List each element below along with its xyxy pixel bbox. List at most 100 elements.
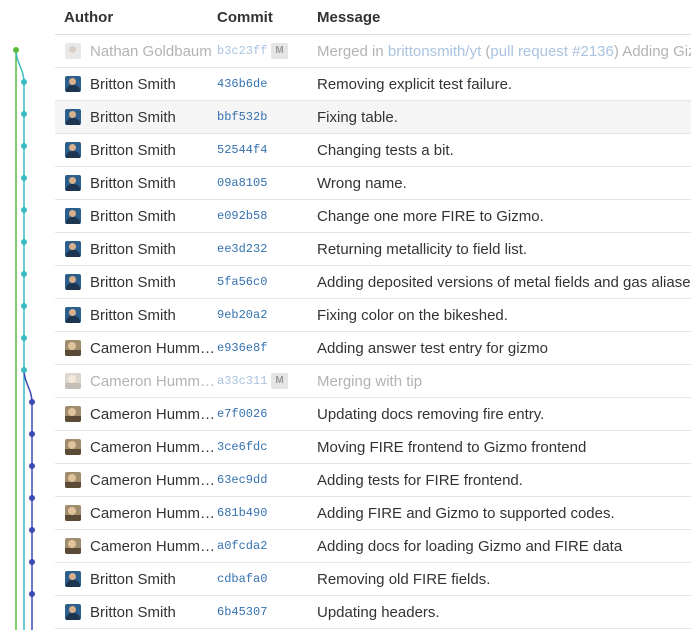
commit-message-text[interactable]: Updating headers. xyxy=(317,604,440,621)
commit-message-text[interactable]: Moving FIRE frontend to Gizmo frontend xyxy=(317,439,586,456)
commit-hash-link[interactable]: cdbafa0 xyxy=(217,572,267,586)
avatar[interactable] xyxy=(65,439,81,455)
commit-hash: b3c23ff M xyxy=(217,43,317,59)
commit-row[interactable]: Cameron Hummels 63ec9dd Adding tests for F… xyxy=(55,464,691,497)
avatar[interactable] xyxy=(65,340,81,356)
commit-hash-link[interactable]: 5fa56c0 xyxy=(217,275,267,289)
commit-row[interactable]: Britton Smith ee3d232 Returning metallicit… xyxy=(55,233,691,266)
author-name[interactable]: Britton Smith xyxy=(90,274,216,291)
author-name[interactable]: Cameron Hummels xyxy=(90,439,216,456)
author-name[interactable]: Britton Smith xyxy=(90,142,216,159)
commit-message-text[interactable]: Adding tests for FIRE frontend. xyxy=(317,472,523,489)
avatar[interactable] xyxy=(65,241,81,257)
commit-hash-link[interactable]: e936e8f xyxy=(217,341,267,355)
avatar[interactable] xyxy=(65,604,81,620)
author-name[interactable]: Cameron Hummels xyxy=(90,373,216,390)
avatar[interactable] xyxy=(65,406,81,422)
commit-row[interactable]: Cameron Hummels 3ce6fdc Moving FIRE fronte… xyxy=(55,431,691,464)
author-name[interactable]: Cameron Hummels xyxy=(90,406,216,423)
commit-row[interactable]: Britton Smith 52544f4 Changing tests a bit… xyxy=(55,134,691,167)
commit-hash-link[interactable]: 09a8105 xyxy=(217,176,267,190)
commit-hash-link[interactable]: e7f0026 xyxy=(217,407,267,421)
commit-row[interactable]: Britton Smith 436b6de Removing explicit te… xyxy=(55,68,691,101)
author-name[interactable]: Britton Smith xyxy=(90,604,216,621)
commit-message-text[interactable]: Fixing table. xyxy=(317,109,398,126)
commit-row[interactable]: Cameron Hummels a0fcda2 Adding docs for lo… xyxy=(55,530,691,563)
avatar[interactable] xyxy=(65,373,81,389)
author-name[interactable]: Cameron Hummels xyxy=(90,538,216,555)
commit-hash-link[interactable]: 681b490 xyxy=(217,506,267,520)
commit-message-text[interactable]: Returning metallicity to field list. xyxy=(317,241,527,258)
commit-message: Adding deposited versions of metal field… xyxy=(317,274,691,291)
commit-hash-link[interactable]: a0fcda2 xyxy=(217,539,267,553)
author-name[interactable]: Britton Smith xyxy=(90,208,216,225)
commit-hash-link[interactable]: a33c311 xyxy=(217,374,267,388)
avatar[interactable] xyxy=(65,142,81,158)
commit-message: Moving FIRE frontend to Gizmo frontend xyxy=(317,439,691,456)
author-name[interactable]: Britton Smith xyxy=(90,571,216,588)
author-name[interactable]: Cameron Hummels xyxy=(90,340,216,357)
commit-row[interactable]: Britton Smith cdbafa0 Removing old FIRE fi… xyxy=(55,563,691,596)
commit-row[interactable]: Britton Smith 5fa56c0 Adding deposited ver… xyxy=(55,266,691,299)
author-name[interactable]: Britton Smith xyxy=(90,109,216,126)
commit-message-text[interactable]: Changing tests a bit. xyxy=(317,142,454,159)
commit-message-text[interactable]: Updating docs removing fire entry. xyxy=(317,406,544,423)
commit-row[interactable]: Britton Smith 09a8105 Wrong name. xyxy=(55,167,691,200)
avatar[interactable] xyxy=(65,208,81,224)
author-name[interactable]: Britton Smith xyxy=(90,307,216,324)
commit-message-text[interactable]: Merging with tip xyxy=(317,373,422,390)
commit-row[interactable]: Britton Smith bbf532b Fixing table. xyxy=(55,101,691,134)
author-name[interactable]: Cameron Hummels xyxy=(90,472,216,489)
author-name[interactable]: Britton Smith xyxy=(90,175,216,192)
commit-hash: e092b58 xyxy=(217,209,317,223)
commit-hash-link[interactable]: bbf532b xyxy=(217,110,267,124)
avatar[interactable] xyxy=(65,538,81,554)
commit-message-text[interactable]: Removing explicit test failure. xyxy=(317,76,512,93)
commit-row[interactable]: Cameron Hummels e7f0026 Updating docs remo… xyxy=(55,398,691,431)
commit-hash-link[interactable]: b3c23ff xyxy=(217,44,267,58)
commit-hash-link[interactable]: 52544f4 xyxy=(217,143,267,157)
commit-message-text[interactable]: Change one more FIRE to Gizmo. xyxy=(317,208,544,225)
avatar[interactable] xyxy=(65,175,81,191)
commit-hash-link[interactable]: ee3d232 xyxy=(217,242,267,256)
avatar[interactable] xyxy=(65,472,81,488)
avatar[interactable] xyxy=(65,307,81,323)
commit-message-text[interactable]: Removing old FIRE fields. xyxy=(317,571,490,588)
commit-message: Changing tests a bit. xyxy=(317,142,691,159)
author-name[interactable]: Nathan Goldbaum xyxy=(90,43,216,60)
author-name[interactable]: Britton Smith xyxy=(90,76,216,93)
commit-message-text[interactable]: Adding FIRE and Gizmo to supported codes… xyxy=(317,505,615,522)
commit-hash-link[interactable]: 63ec9dd xyxy=(217,473,267,487)
author-name[interactable]: Cameron Hummels xyxy=(90,505,216,522)
commit-hash-link[interactable]: 9eb20a2 xyxy=(217,308,267,322)
commit-row[interactable]: Cameron Hummels e936e8f Adding answer test… xyxy=(55,332,691,365)
commit-node xyxy=(21,111,27,117)
commit-table: Author Commit Message Nathan Goldbaum b3c… xyxy=(55,0,691,629)
commit-row[interactable]: Britton Smith 9eb20a2 Fixing color on the … xyxy=(55,299,691,332)
avatar[interactable] xyxy=(65,505,81,521)
branch-link[interactable]: brittonsmith/yt xyxy=(388,43,481,60)
avatar[interactable] xyxy=(65,76,81,92)
avatar[interactable] xyxy=(65,274,81,290)
author-name[interactable]: Britton Smith xyxy=(90,241,216,258)
pull-request-link[interactable]: pull request #2136 xyxy=(490,43,613,60)
commit-hash-link[interactable]: e092b58 xyxy=(217,209,267,223)
commit-row[interactable]: Britton Smith e092b58 Change one more FIRE… xyxy=(55,200,691,233)
commit-row[interactable]: Cameron Hummels 681b490 Adding FIRE and Gi… xyxy=(55,497,691,530)
commit-row[interactable]: Britton Smith 6b45307 Updating headers. xyxy=(55,596,691,629)
commit-message-text[interactable]: Adding docs for loading Gizmo and FIRE d… xyxy=(317,538,622,555)
commit-node xyxy=(29,463,35,469)
commit-hash-link[interactable]: 6b45307 xyxy=(217,605,267,619)
commit-row[interactable]: Nathan Goldbaum b3c23ff M Merged in britton… xyxy=(55,35,691,68)
avatar[interactable] xyxy=(65,571,81,587)
commit-message-text[interactable]: Wrong name. xyxy=(317,175,407,192)
avatar[interactable] xyxy=(65,43,81,59)
commit-row[interactable]: Cameron Hummels a33c311 M Merging with tip xyxy=(55,365,691,398)
commit-message-text[interactable]: Adding deposited versions of metal field… xyxy=(317,274,691,291)
commit-author: Cameron Hummels xyxy=(55,406,217,423)
commit-message-text[interactable]: Fixing color on the bikeshed. xyxy=(317,307,508,324)
commit-hash-link[interactable]: 436b6de xyxy=(217,77,267,91)
commit-message-text[interactable]: Adding answer test entry for gizmo xyxy=(317,340,548,357)
commit-hash-link[interactable]: 3ce6fdc xyxy=(217,440,267,454)
avatar[interactable] xyxy=(65,109,81,125)
